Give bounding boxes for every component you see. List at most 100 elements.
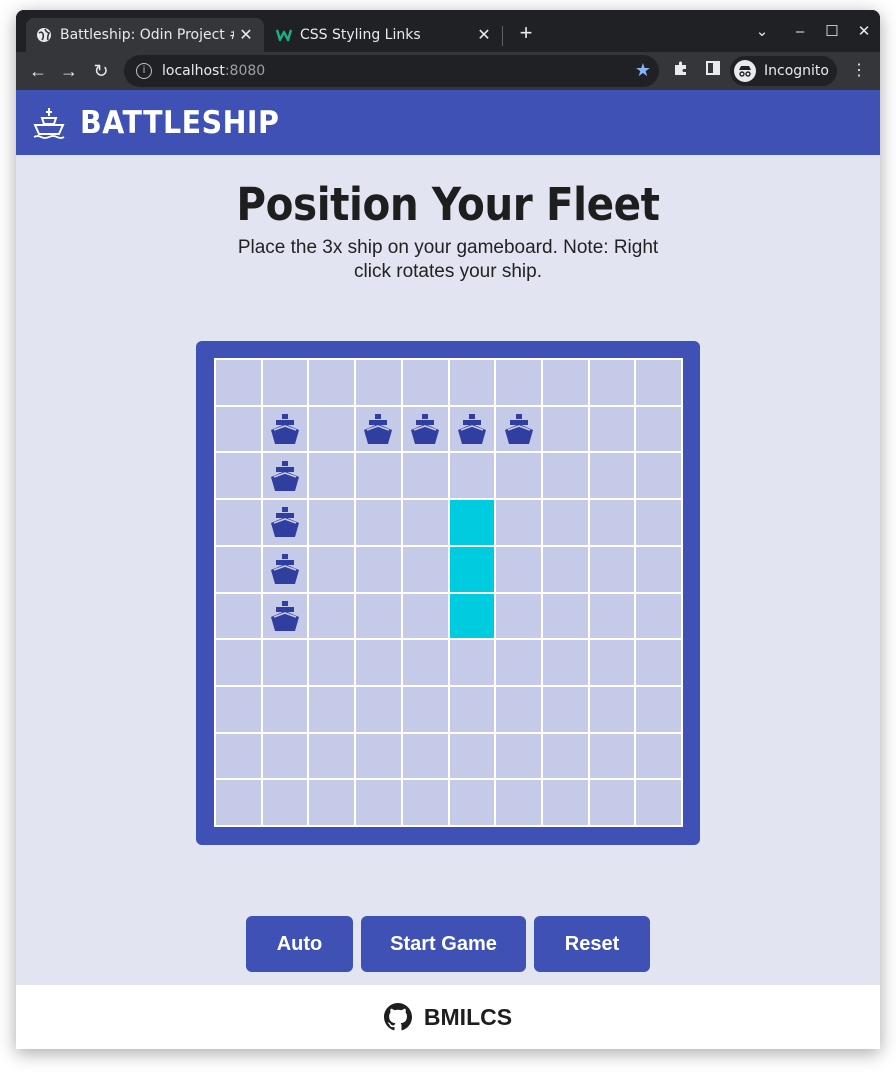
board-cell[interactable] (355, 732, 402, 780)
reset-button[interactable]: Reset (534, 916, 650, 972)
board-cell[interactable] (541, 452, 589, 500)
board-cell[interactable] (495, 779, 542, 826)
back-arrow-icon[interactable]: ← (25, 58, 51, 84)
github-icon[interactable] (383, 1003, 412, 1031)
reload-icon[interactable]: ↻ (88, 58, 114, 84)
board-cell[interactable] (355, 545, 402, 593)
board-cell[interactable] (541, 499, 589, 546)
board-cell[interactable] (261, 779, 309, 826)
board-cell[interactable] (448, 452, 496, 500)
board-cell[interactable] (588, 405, 636, 453)
board-cell[interactable] (261, 732, 309, 780)
board-cell-ship[interactable] (355, 405, 402, 453)
board-cell[interactable] (635, 359, 682, 406)
board-cell[interactable] (495, 639, 542, 686)
board-cell[interactable] (355, 359, 402, 406)
new-tab-icon[interactable]: + (514, 22, 538, 46)
board-cell[interactable] (635, 405, 682, 453)
close-tab-icon[interactable]: ✕ (476, 27, 492, 43)
board-cell[interactable] (448, 732, 496, 780)
board-cell[interactable] (588, 732, 636, 780)
board-cell[interactable] (495, 545, 542, 593)
minimize-icon[interactable]: – (788, 20, 812, 44)
board-cell[interactable] (495, 452, 542, 500)
board-cell-ship[interactable] (448, 405, 496, 453)
board-cell[interactable] (308, 639, 356, 686)
board-cell[interactable] (588, 639, 636, 686)
incognito-profile-button[interactable]: Incognito (730, 56, 837, 86)
maximize-icon[interactable]: ☐ (820, 20, 844, 44)
board-cell[interactable] (401, 592, 449, 640)
board-cell[interactable] (215, 779, 262, 826)
board-cell[interactable] (588, 545, 636, 593)
board-cell-ship-preview[interactable] (448, 499, 496, 546)
board-cell-ship[interactable] (261, 452, 309, 500)
board-cell[interactable] (635, 545, 682, 593)
board-cell[interactable] (495, 732, 542, 780)
board-cell[interactable] (635, 592, 682, 640)
board-cell[interactable] (401, 359, 449, 406)
board-cell[interactable] (215, 639, 262, 686)
board-cell[interactable] (355, 499, 402, 546)
board-cell[interactable] (495, 685, 542, 733)
auto-button[interactable]: Auto (246, 916, 353, 972)
side-panel-icon[interactable] (702, 60, 724, 82)
tab-battleship[interactable]: Battleship: Odin Project # ✕ (26, 18, 264, 52)
board-cell[interactable] (308, 779, 356, 826)
more-menu-icon[interactable]: ⋮ (848, 60, 870, 82)
author-link[interactable]: BMILCS (424, 1004, 512, 1031)
board-cell[interactable] (308, 359, 356, 406)
board-cell[interactable] (635, 779, 682, 826)
board-cell[interactable] (635, 452, 682, 500)
board-cell[interactable] (215, 452, 262, 500)
board-cell[interactable] (448, 685, 496, 733)
board-cell[interactable] (588, 499, 636, 546)
board-cell[interactable] (215, 592, 262, 640)
board-cell[interactable] (355, 639, 402, 686)
board-cell[interactable] (635, 499, 682, 546)
board-cell-ship[interactable] (261, 499, 309, 546)
board-cell-ship[interactable] (261, 405, 309, 453)
bookmark-star-icon[interactable]: ★ (635, 60, 651, 81)
board-cell[interactable] (541, 779, 589, 826)
site-info-icon[interactable]: i (136, 63, 152, 79)
board-cell[interactable] (495, 499, 542, 546)
board-cell[interactable] (448, 359, 496, 406)
board-cell[interactable] (355, 685, 402, 733)
board-cell[interactable] (215, 405, 262, 453)
board-cell[interactable] (541, 405, 589, 453)
board-cell[interactable] (588, 359, 636, 406)
board-cell[interactable] (541, 359, 589, 406)
board-cell[interactable] (355, 452, 402, 500)
board-cell[interactable] (308, 452, 356, 500)
board-cell-ship[interactable] (261, 592, 309, 640)
board-cell[interactable] (355, 592, 402, 640)
extensions-puzzle-icon[interactable] (670, 60, 692, 82)
board-cell[interactable] (635, 639, 682, 686)
board-cell-ship[interactable] (261, 545, 309, 593)
board-cell[interactable] (308, 499, 356, 546)
board-cell[interactable] (401, 499, 449, 546)
board-cell[interactable] (448, 639, 496, 686)
board-cell[interactable] (635, 732, 682, 780)
board-cell[interactable] (308, 685, 356, 733)
board-cell[interactable] (215, 499, 262, 546)
board-cell[interactable] (261, 685, 309, 733)
board-cell[interactable] (215, 359, 262, 406)
board-cell[interactable] (588, 685, 636, 733)
board-cell-ship-preview[interactable] (448, 592, 496, 640)
board-cell[interactable] (588, 452, 636, 500)
board-cell-ship[interactable] (495, 405, 542, 453)
close-tab-icon[interactable]: ✕ (238, 27, 254, 43)
board-cell[interactable] (261, 359, 309, 406)
gameboard[interactable] (214, 358, 683, 827)
close-window-icon[interactable]: ✕ (852, 20, 876, 44)
board-cell[interactable] (635, 685, 682, 733)
forward-arrow-icon[interactable]: → (56, 58, 82, 84)
board-cell[interactable] (308, 732, 356, 780)
board-cell[interactable] (401, 732, 449, 780)
board-cell[interactable] (401, 452, 449, 500)
board-cell[interactable] (541, 685, 589, 733)
board-cell[interactable] (495, 359, 542, 406)
board-cell[interactable] (215, 685, 262, 733)
